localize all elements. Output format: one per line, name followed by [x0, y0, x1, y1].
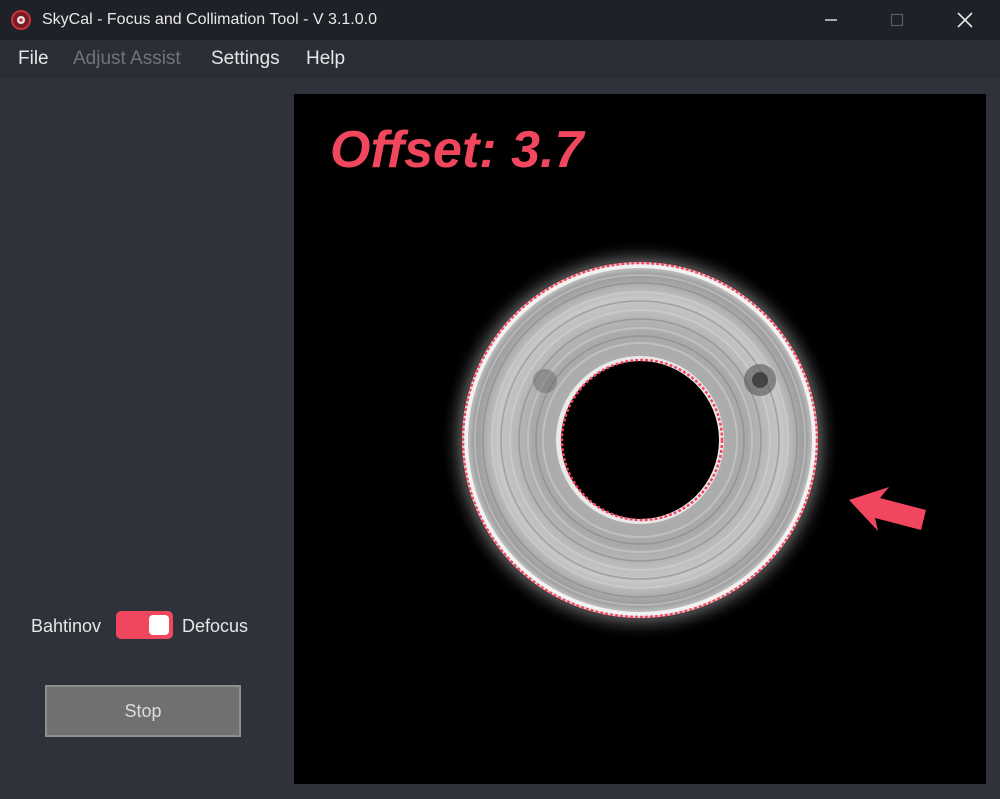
close-button[interactable] — [934, 0, 996, 40]
menu-adjust-assist[interactable]: Adjust Assist — [73, 48, 181, 70]
app-logo-icon — [11, 10, 31, 30]
mode-toggle-row: Bahtinov Defocus — [0, 608, 292, 644]
image-viewport[interactable]: Offset: 3.7 — [294, 94, 986, 784]
defocused-star-image — [440, 240, 926, 640]
close-icon — [957, 12, 973, 28]
toggle-label-bahtinov: Bahtinov — [31, 616, 102, 636]
stop-button[interactable]: Stop — [45, 685, 241, 737]
minimize-icon — [825, 19, 837, 21]
menu-file[interactable]: File — [18, 48, 49, 70]
mode-toggle-switch[interactable] — [116, 611, 173, 639]
control-panel: Bahtinov Defocus Stop — [0, 78, 292, 799]
menu-settings[interactable]: Settings — [211, 48, 280, 70]
toggle-label-defocus: Defocus — [182, 616, 249, 636]
title-bar[interactable]: SkyCal - Focus and Collimation Tool - V … — [0, 0, 1000, 40]
arrow-icon — [849, 487, 926, 531]
maximize-icon — [890, 13, 904, 27]
minimize-button[interactable] — [800, 0, 862, 40]
offset-label: Offset: — [330, 121, 497, 179]
menu-help[interactable]: Help — [306, 48, 345, 70]
maximize-button[interactable] — [866, 0, 928, 40]
offset-value: 3.7 — [511, 121, 584, 179]
window-title: SkyCal - Focus and Collimation Tool - V … — [42, 11, 377, 28]
app-window: SkyCal - Focus and Collimation Tool - V … — [0, 0, 1000, 799]
toggle-knob — [149, 615, 169, 635]
offset-readout: Offset: 3.7 — [330, 120, 583, 180]
menu-bar: File Adjust Assist Settings Help — [0, 40, 1000, 78]
